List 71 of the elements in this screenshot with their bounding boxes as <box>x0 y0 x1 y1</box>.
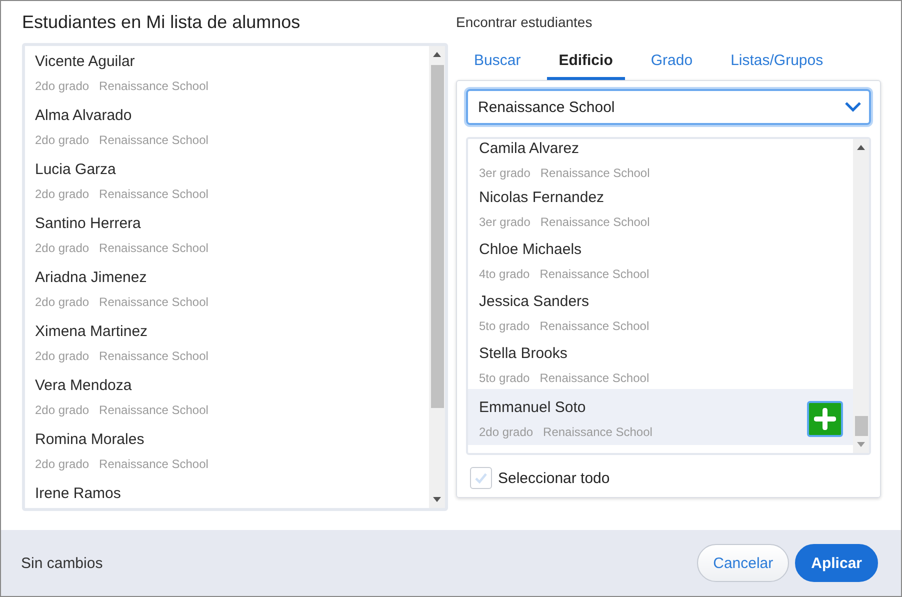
section-title: Encontrar estudiantes <box>456 13 594 30</box>
school-label: Renaissance School <box>99 349 208 363</box>
grade-label: 2do grado <box>35 295 90 309</box>
school-label: Renaissance School <box>540 319 650 333</box>
scroll-thumb[interactable] <box>854 416 868 436</box>
scroll-thumb[interactable] <box>430 65 444 408</box>
grade-label: 2do grado <box>35 403 90 417</box>
status-text: Sin cambios <box>21 554 103 572</box>
student-name: Vicente Aguilar <box>35 53 136 70</box>
scroll-up-icon[interactable] <box>433 52 441 57</box>
grade-label: 2do grado <box>35 187 90 201</box>
tab[interactable]: Edificio <box>546 46 625 80</box>
chevron-down-icon <box>845 102 861 112</box>
student-name: Stella Brooks <box>479 345 568 362</box>
student-row[interactable]: Camila Alvarez 3er grado Renaissance School <box>468 139 853 181</box>
grade-label: 5to grado <box>479 319 530 333</box>
student-row[interactable]: Emmanuel Soto 2do grado Renaissance School <box>468 389 853 445</box>
student-name: Santino Herrera <box>35 215 142 232</box>
student-name: Lucia Garza <box>35 161 117 178</box>
student-name: Ariadna Jimenez <box>35 269 148 286</box>
scrollbar[interactable] <box>853 139 869 453</box>
student-name: Irene Ramos <box>35 485 122 502</box>
school-label: Renaissance School <box>99 133 208 147</box>
school-label: Renaissance School <box>99 295 208 309</box>
school-label: Renaissance School <box>540 166 650 180</box>
school-label: Renaissance School <box>99 241 208 255</box>
select-all-label: Seleccionar todo <box>498 470 610 486</box>
list-title: Estudiantes en Mi lista de alumnos <box>22 11 302 34</box>
school-label: Renaissance School <box>540 267 650 281</box>
grade-label: 4to grado <box>479 267 530 281</box>
tab[interactable]: Listas/Grupos <box>718 46 836 80</box>
grade-label: 2do grado <box>35 79 90 93</box>
school-label: Renaissance School <box>540 371 650 385</box>
grade-label: 2do grado <box>35 457 90 471</box>
school-label: Renaissance School <box>99 457 208 471</box>
scroll-down-icon[interactable] <box>433 497 441 502</box>
tab[interactable]: Grado <box>638 46 705 80</box>
scrollbar[interactable] <box>429 46 445 508</box>
student-name: Jessica Sanders <box>479 293 590 310</box>
student-name: Emmanuel Soto <box>479 399 587 416</box>
student-name: Ximena Martinez <box>35 323 149 340</box>
school-label: Renaissance School <box>99 403 208 417</box>
cancel-button[interactable]: Cancelar <box>697 544 790 582</box>
grade-label: 2do grado <box>479 425 534 439</box>
student-name: Nicolas Fernandez <box>479 189 606 206</box>
grade-label: 2do grado <box>35 349 90 363</box>
grade-label: 2do grado <box>35 241 90 255</box>
school-label: Renaissance School <box>99 79 208 93</box>
scroll-up-icon[interactable] <box>857 145 865 150</box>
school-label: Renaissance School <box>543 425 652 439</box>
student-name: Alma Alvarado <box>35 107 133 124</box>
school-label: Renaissance School <box>99 187 208 201</box>
grade-label: 2do grado <box>35 133 90 147</box>
student-name: Camila Alvarez <box>479 140 580 157</box>
plus-icon <box>814 408 836 430</box>
student-row[interactable]: Stella Brooks 5to grado Renaissance School <box>468 337 853 389</box>
grade-label: 3er grado <box>479 166 530 180</box>
grade-label: 5to grado <box>479 371 530 385</box>
apply-button[interactable]: Aplicar <box>795 544 878 582</box>
student-row[interactable]: Jessica Sanders 5to grado Renaissance School <box>468 285 853 337</box>
tab[interactable]: Buscar <box>462 46 533 80</box>
select-all-checkbox[interactable] <box>470 467 492 489</box>
student-name: Romina Morales <box>35 431 146 448</box>
add-button[interactable] <box>807 401 843 437</box>
building-dropdown[interactable]: Renaissance School <box>466 89 871 125</box>
grade-label: 3er grado <box>479 215 530 229</box>
school-label: Renaissance School <box>540 215 650 229</box>
student-row[interactable]: Nicolas Fernandez 3er grado Renaissance School <box>468 181 853 233</box>
student-row[interactable]: Chloe Michaels 4to grado Renaissance School <box>468 233 853 285</box>
student-name: Chloe Michaels <box>479 241 583 258</box>
student-name: Vera Mendoza <box>35 377 133 394</box>
